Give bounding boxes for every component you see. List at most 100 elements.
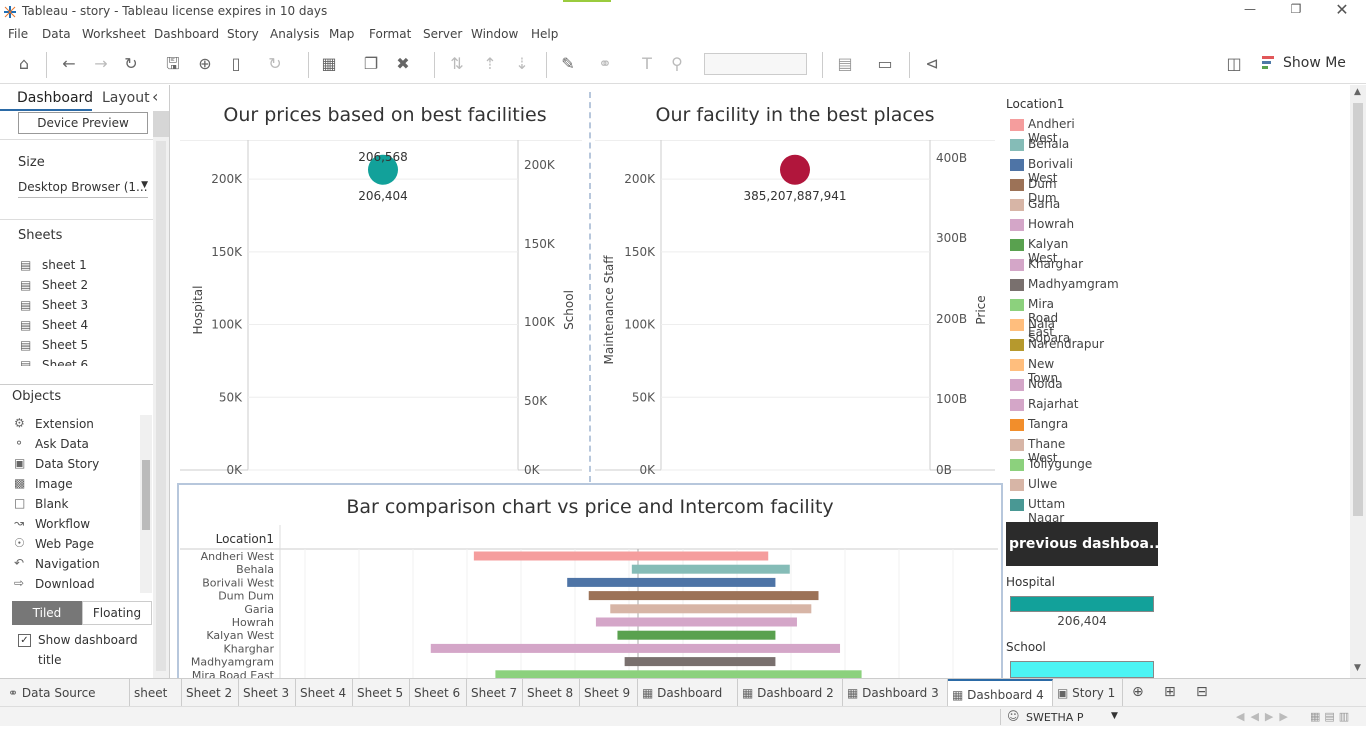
view-mode-icon[interactable]: ▦▤▥ bbox=[1310, 710, 1353, 723]
tab-sheet9[interactable]: Sheet 9 bbox=[580, 679, 638, 707]
tiled-button[interactable]: Tiled bbox=[12, 601, 82, 625]
group-icon[interactable]: ⚭ bbox=[594, 53, 616, 75]
object-blank[interactable]: □ Blank bbox=[12, 495, 137, 515]
previous-dashboard-button[interactable]: previous dashboa... bbox=[1006, 522, 1158, 566]
menu-help[interactable]: Help bbox=[531, 27, 558, 41]
object-download[interactable]: ⇨ Download bbox=[12, 575, 137, 595]
sheet-item[interactable]: ▤ Sheet 2 bbox=[18, 276, 148, 296]
redo-icon[interactable]: → bbox=[90, 53, 112, 75]
chart3-plot[interactable]: Location1 Andheri WestBehalaBorivali West… bbox=[180, 525, 1000, 678]
object-navigation[interactable]: ↶ Navigation bbox=[12, 555, 137, 575]
legend-swatch bbox=[1010, 479, 1024, 491]
labels-icon[interactable]: T bbox=[636, 53, 658, 75]
sort-desc-icon[interactable]: ⇣ bbox=[511, 53, 533, 75]
legend-swatch bbox=[1010, 419, 1024, 431]
menu-window[interactable]: Window bbox=[471, 27, 518, 41]
sheet-item[interactable]: ▤ sheet 1 bbox=[18, 256, 148, 276]
sheet-item[interactable]: ▤ Sheet 6 bbox=[18, 356, 148, 366]
object-ask-data[interactable]: ⚬ Ask Data bbox=[12, 435, 137, 455]
menu-map[interactable]: Map bbox=[329, 27, 354, 41]
bar bbox=[473, 551, 769, 561]
chart1-plot[interactable]: 0K 50K 100K 150K 200K 0K 50K 100K 150K 200K Hospit… bbox=[180, 140, 590, 480]
object-data-story[interactable]: ▣ Data Story bbox=[12, 455, 137, 475]
tab-story1[interactable]: ▣ Story 1 bbox=[1053, 679, 1123, 707]
object-web-page[interactable]: ☉ Web Page bbox=[12, 535, 137, 555]
dashboard-icon: ▦ bbox=[952, 688, 968, 702]
hospital-slider-bar[interactable] bbox=[1010, 596, 1154, 612]
sheet-item[interactable]: ▤ Sheet 5 bbox=[18, 336, 148, 356]
close-icon[interactable]: ✕ bbox=[1332, 0, 1352, 20]
menu-data[interactable]: Data bbox=[42, 27, 71, 41]
device-preview-button[interactable]: Device Preview bbox=[18, 112, 148, 134]
data-point bbox=[780, 154, 810, 185]
object-extension[interactable]: ⚙ Extension bbox=[12, 415, 137, 435]
menu-dashboard[interactable]: Dashboard bbox=[154, 27, 219, 41]
duplicate-icon[interactable]: ❐ bbox=[360, 53, 382, 75]
tab-dashboard1[interactable]: ▦ Dashboard 1 bbox=[638, 679, 738, 728]
tab-sheet7[interactable]: Sheet 7 bbox=[467, 679, 523, 707]
tab-sheet2[interactable]: Sheet 2 bbox=[182, 679, 239, 707]
tab-dashboard[interactable]: Dashboard bbox=[0, 85, 93, 111]
tab-sheet8[interactable]: Sheet 8 bbox=[523, 679, 580, 707]
share-icon[interactable]: ⊲ bbox=[921, 53, 943, 75]
swap-icon[interactable]: ⇅ bbox=[446, 53, 468, 75]
sort-asc-icon[interactable]: ⇡ bbox=[479, 53, 501, 75]
tab-dashboard4[interactable]: ▦ Dashboard 4 bbox=[948, 679, 1053, 707]
category-label: Howrah bbox=[232, 616, 274, 629]
new-story-tab-icon[interactable]: ⊟ bbox=[1196, 684, 1208, 700]
show-me-button[interactable]: Show Me bbox=[1283, 55, 1346, 71]
canvas-scrollbar[interactable]: ▲ ▼ bbox=[1350, 85, 1366, 678]
show-title-checkbox[interactable]: ✓ bbox=[18, 634, 31, 647]
new-datasource-icon[interactable]: ⊕ bbox=[194, 53, 216, 75]
tab-data-source[interactable]: ⚭ Data Source bbox=[4, 679, 130, 707]
menu-file[interactable]: File bbox=[8, 27, 28, 41]
menu-worksheet[interactable]: Worksheet bbox=[82, 27, 146, 41]
clear-sheet-icon[interactable]: ✖ bbox=[392, 53, 414, 75]
refresh-icon[interactable]: ↻ bbox=[264, 53, 286, 75]
show-cards-icon[interactable]: ▤ bbox=[834, 53, 856, 75]
tab-sheet4[interactable]: Sheet 4 bbox=[296, 679, 353, 707]
format-painter-icon[interactable]: ◫ bbox=[1223, 53, 1245, 75]
chart2-plot[interactable]: 0K 50K 100K 150K 200K 0B 100B 200B 300B 400B Maint… bbox=[595, 140, 995, 480]
tab-layout[interactable]: Layout bbox=[102, 90, 150, 106]
restore-icon[interactable]: ❐ bbox=[1286, 2, 1306, 20]
tab-sheet5[interactable]: Sheet 5 bbox=[353, 679, 410, 707]
left-pane-scrollbar[interactable] bbox=[153, 111, 169, 678]
user-menu[interactable]: ☺ SWETHA P ▼ bbox=[1000, 709, 1122, 725]
tab-dashboard3[interactable]: ▦ Dashboard 3 bbox=[843, 679, 948, 707]
objects-scrollbar[interactable] bbox=[140, 415, 152, 593]
new-dashboard-tab-icon[interactable]: ⊞ bbox=[1164, 684, 1176, 700]
sheet-item[interactable]: ▤ Sheet 3 bbox=[18, 296, 148, 316]
tab-dashboard2[interactable]: ▦ Dashboard 2 bbox=[738, 679, 843, 707]
data-label: 206,404 bbox=[358, 189, 408, 203]
menu-server[interactable]: Server bbox=[423, 27, 462, 41]
pause-updates-icon[interactable]: ▯ bbox=[225, 53, 247, 75]
collapse-pane-icon[interactable]: ‹ bbox=[152, 87, 158, 106]
home-icon[interactable]: ⌂ bbox=[13, 53, 35, 75]
presentation-icon[interactable]: ▭ bbox=[874, 53, 896, 75]
tab-sheet3[interactable]: Sheet 3 bbox=[239, 679, 296, 707]
tab-sheet6[interactable]: Sheet 6 bbox=[410, 679, 467, 707]
new-worksheet-tab-icon[interactable]: ⊕ bbox=[1132, 684, 1144, 700]
tab-sheet1[interactable]: sheet 1 bbox=[130, 679, 182, 728]
save-icon[interactable]: 🖫 bbox=[162, 53, 184, 75]
menu-analysis[interactable]: Analysis bbox=[270, 27, 319, 41]
replace-data-icon[interactable]: ↻ bbox=[120, 53, 142, 75]
pin-icon[interactable]: ⚲ bbox=[666, 53, 688, 75]
sheet-item[interactable]: ▤ Sheet 4 bbox=[18, 316, 148, 336]
school-slider-bar[interactable] bbox=[1010, 661, 1154, 678]
object-image[interactable]: ▩ Image bbox=[12, 475, 137, 495]
minimize-icon[interactable]: — bbox=[1240, 2, 1260, 20]
new-worksheet-icon[interactable]: ▦ bbox=[318, 53, 340, 75]
menu-format[interactable]: Format bbox=[369, 27, 411, 41]
undo-icon[interactable]: ← bbox=[58, 53, 80, 75]
bar bbox=[617, 630, 776, 640]
floating-button[interactable]: Floating bbox=[82, 601, 152, 625]
menu-story[interactable]: Story bbox=[227, 27, 259, 41]
navigation-arrows-icon[interactable]: ◀◀▶▶ bbox=[1236, 710, 1294, 723]
size-dropdown[interactable]: Desktop Browser (1... ▼ bbox=[18, 180, 148, 198]
object-workflow[interactable]: ↝ Workflow bbox=[12, 515, 137, 535]
fit-dropdown[interactable] bbox=[704, 53, 807, 75]
y-tick-label: 0K bbox=[639, 463, 656, 477]
highlight-icon[interactable]: ✎ bbox=[557, 53, 579, 75]
